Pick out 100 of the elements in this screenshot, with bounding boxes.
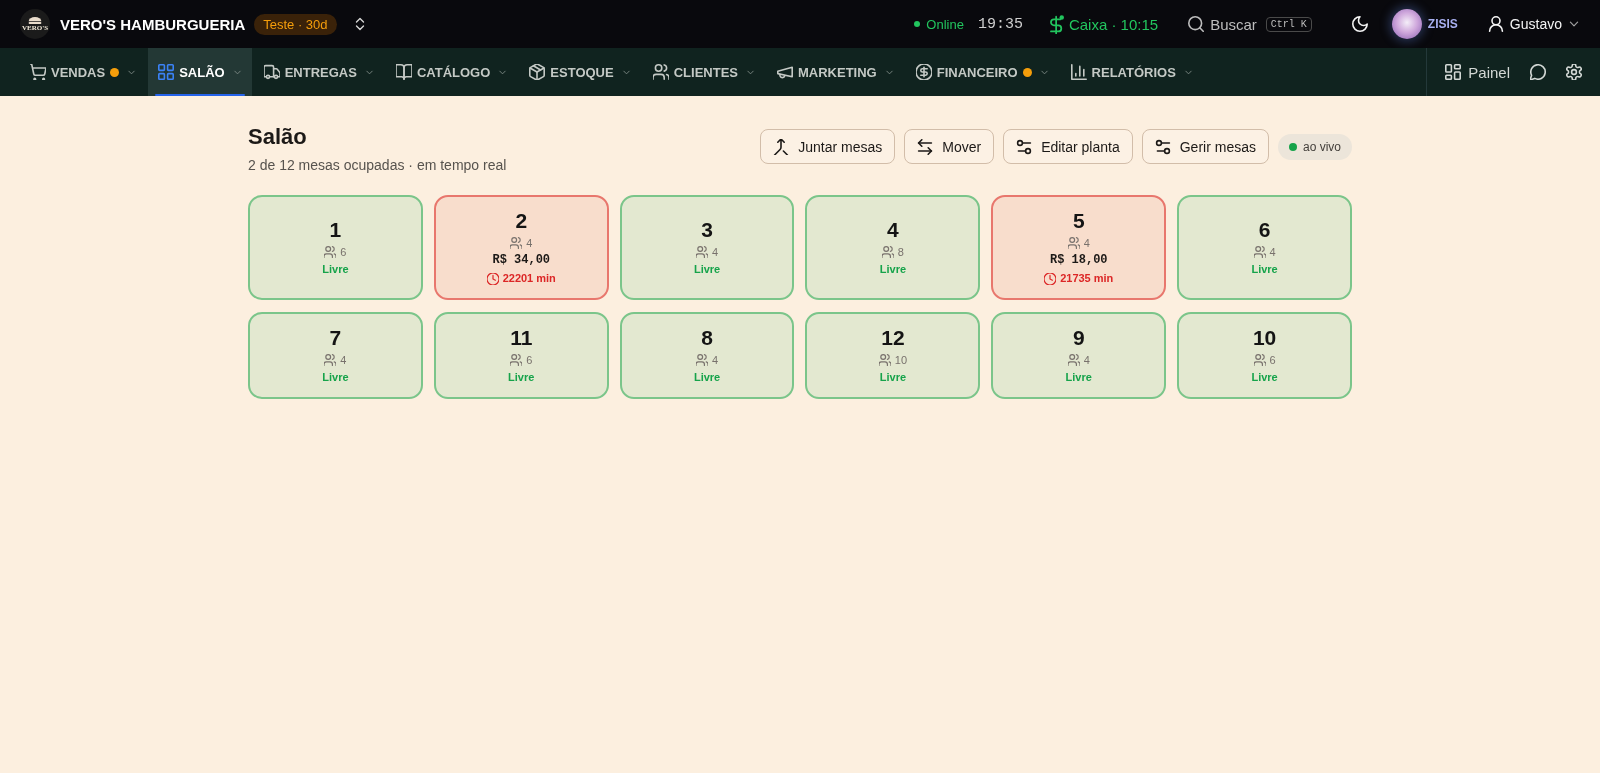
people-icon xyxy=(1067,354,1080,366)
page-subtitle: 2 de 12 mesas ocupadas · em tempo real xyxy=(248,157,507,173)
table-card[interactable]: 2 4 R$ 34,00 22201 min xyxy=(433,195,609,300)
nav-tab[interactable]: RELATÓRIOS xyxy=(1060,48,1203,96)
table-status: Livre xyxy=(1251,262,1278,277)
chat-button[interactable] xyxy=(1530,64,1546,80)
action-button[interactable]: Mover xyxy=(904,129,995,164)
table-number: 1 xyxy=(329,217,342,243)
people-icon xyxy=(510,237,523,249)
table-card[interactable]: 8 4 Livre xyxy=(619,312,795,399)
people-icon xyxy=(1253,246,1266,258)
chat-bubble-icon xyxy=(1530,64,1546,80)
table-card[interactable]: 9 4 Livre xyxy=(991,312,1167,399)
nav-tab[interactable]: MARKETING xyxy=(767,48,904,96)
nav-tab[interactable]: FINANCEIRO xyxy=(905,48,1059,96)
truck-icon xyxy=(263,64,280,80)
theme-toggle-button[interactable] xyxy=(1351,16,1368,32)
table-number: 8 xyxy=(701,325,713,351)
table-status: Livre xyxy=(879,370,907,385)
table-status: Livre xyxy=(322,262,349,277)
seat-count: 4 xyxy=(1269,245,1276,260)
action-button[interactable]: Juntar mesas xyxy=(760,129,896,164)
burger-icon xyxy=(28,16,42,24)
clock-icon xyxy=(486,272,499,285)
seat-count: 6 xyxy=(340,245,347,260)
nav-tab[interactable]: CATÁLOGO xyxy=(385,48,518,96)
restaurant-name: VERO'S HAMBURGUERIA xyxy=(60,15,246,33)
shortcut-key: Ctrl K xyxy=(1265,16,1312,32)
seat-count: 4 xyxy=(340,353,347,368)
people-icon xyxy=(324,354,337,366)
nav-tab[interactable]: SALÃO xyxy=(148,48,252,96)
people-icon xyxy=(696,354,708,366)
table-number: 6 xyxy=(1258,217,1271,243)
people-icon xyxy=(324,246,337,258)
action-button[interactable]: Editar planta xyxy=(1003,129,1133,164)
seat-count: 4 xyxy=(1083,353,1090,368)
table-number: 4 xyxy=(887,217,899,243)
order-total: R$ 34,00 xyxy=(492,252,551,269)
people-icon xyxy=(878,354,891,366)
table-card[interactable]: 11 6 Livre xyxy=(433,312,609,399)
table-status: Livre xyxy=(1251,370,1278,385)
cash-register-button[interactable]: Caixa · 10:15 xyxy=(1048,14,1159,34)
table-card[interactable]: 12 10 Livre xyxy=(805,312,981,399)
table-card[interactable]: 10 6 Livre xyxy=(1177,312,1352,399)
settings-icon xyxy=(1566,64,1582,80)
dollar-icon xyxy=(915,64,932,80)
table-card[interactable]: 6 4 Livre xyxy=(1177,195,1352,300)
table-card[interactable]: 4 8 Livre xyxy=(805,195,981,300)
trial-badge: Teste · 30d xyxy=(254,13,337,35)
table-card[interactable]: 3 4 Livre xyxy=(619,195,795,300)
people-icon xyxy=(696,246,708,258)
table-number: 11 xyxy=(510,325,533,351)
people-icon xyxy=(1253,354,1266,366)
nav-tab[interactable]: ESTOQUE xyxy=(519,48,641,96)
cart-icon xyxy=(30,64,46,80)
table-status: Livre xyxy=(879,262,907,277)
table-number: 3 xyxy=(701,217,713,243)
bar-chart-icon xyxy=(1070,64,1087,80)
assistant-button[interactable]: ZISIS xyxy=(1391,9,1458,39)
nav-tab[interactable]: ENTREGAS xyxy=(253,48,384,96)
order-total: R$ 18,00 xyxy=(1049,252,1108,269)
people-icon xyxy=(510,354,523,366)
table-card[interactable]: 5 4 R$ 18,00 21735 min xyxy=(991,195,1167,300)
megaphone-icon xyxy=(777,64,793,80)
sliders-icon xyxy=(1154,138,1171,155)
action-button[interactable]: Gerir mesas xyxy=(1141,129,1269,164)
search-button[interactable]: Buscar Ctrl K xyxy=(1188,15,1312,33)
dashboard-icon xyxy=(1445,64,1462,80)
dollar-sign-icon xyxy=(1048,14,1065,34)
table-status: Livre xyxy=(322,370,349,385)
nav-tab[interactable]: CLIENTES xyxy=(642,48,765,96)
merge-icon xyxy=(773,138,790,155)
search-icon xyxy=(1188,16,1205,32)
box-icon xyxy=(529,64,546,80)
table-status: Livre xyxy=(1065,370,1092,385)
table-number: 10 xyxy=(1252,325,1277,351)
seat-count: 8 xyxy=(897,245,904,260)
sliders-icon xyxy=(1016,138,1033,155)
table-card[interactable]: 1 6 Livre xyxy=(248,195,423,300)
live-dot-icon xyxy=(1288,142,1297,151)
orb-icon xyxy=(1391,9,1422,39)
seat-count: 4 xyxy=(526,236,533,251)
seat-count: 4 xyxy=(712,245,719,260)
table-status: Livre xyxy=(693,262,721,277)
clock-time: 19:35 xyxy=(977,15,1023,33)
elapsed-time: 21735 min xyxy=(1060,271,1114,286)
swap-arrows-icon xyxy=(917,138,934,155)
clock-icon xyxy=(1044,272,1057,285)
nav-tab[interactable]: VENDAS xyxy=(20,48,147,96)
table-number: 12 xyxy=(881,325,905,351)
people-icon xyxy=(652,64,669,80)
user-menu-button[interactable]: Gustavo xyxy=(1487,16,1580,32)
people-icon xyxy=(881,246,894,258)
dashboard-button[interactable]: Painel xyxy=(1445,63,1510,81)
connection-status: Online xyxy=(926,16,964,32)
settings-button[interactable] xyxy=(1566,64,1582,80)
user-icon xyxy=(1487,16,1504,32)
table-number: 7 xyxy=(329,325,342,351)
table-card[interactable]: 7 4 Livre xyxy=(248,312,423,399)
moon-icon xyxy=(1351,16,1368,32)
